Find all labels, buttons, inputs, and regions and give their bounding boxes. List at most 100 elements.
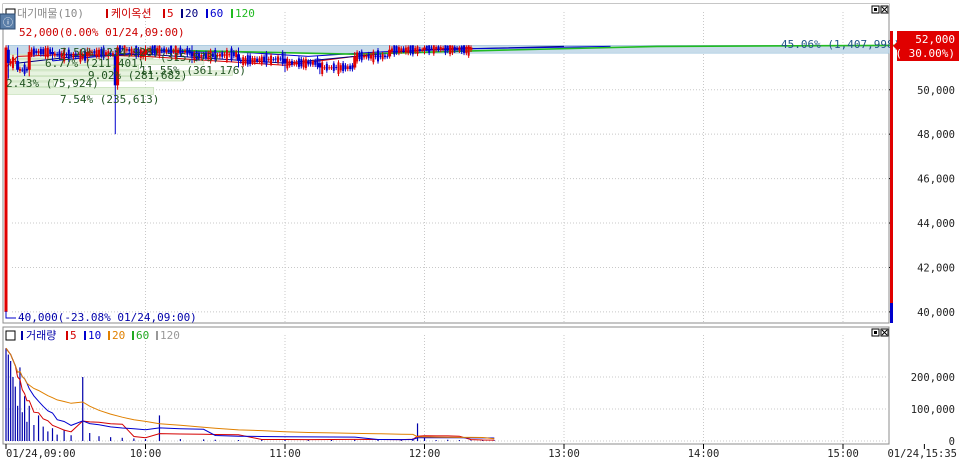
candle-body bbox=[444, 45, 447, 53]
candle-body bbox=[53, 53, 56, 56]
candle-body bbox=[323, 67, 326, 69]
candle-body bbox=[228, 54, 231, 56]
price-tick-label: 48,000 bbox=[917, 129, 955, 141]
candle-body bbox=[274, 58, 277, 60]
candle-body bbox=[307, 61, 310, 65]
volume-panel bbox=[2, 326, 890, 445]
legend-ma20: 20 bbox=[185, 7, 198, 20]
candle-body bbox=[442, 47, 445, 50]
time-axis: 01/24,09:00 10:00 11:00 12:00 13:00 14:00 15:0… bbox=[5, 444, 957, 460]
candle-body bbox=[453, 46, 456, 51]
candle-body bbox=[286, 58, 289, 69]
candle-body bbox=[393, 45, 396, 55]
candle-body bbox=[16, 60, 20, 70]
volume-legend-checkbox-icon[interactable] bbox=[5, 330, 16, 341]
candle-body bbox=[18, 68, 21, 71]
legend-group-label: 대기매물(10) bbox=[17, 7, 84, 20]
volume-axis: 200,000 100,000 0 bbox=[911, 372, 955, 448]
candle-body bbox=[235, 52, 238, 58]
candle-body bbox=[339, 65, 342, 71]
candle-body bbox=[244, 58, 247, 64]
x-tick-label: 01/24,15:35 bbox=[887, 448, 957, 460]
profile-label-2: (315,573) bbox=[160, 51, 220, 64]
candle-body bbox=[288, 61, 291, 66]
candle-body bbox=[297, 58, 300, 67]
candle-body bbox=[328, 67, 331, 69]
candle-body bbox=[27, 51, 31, 70]
candle-body bbox=[316, 58, 319, 68]
x-tick-label: 11:00 bbox=[269, 448, 301, 460]
current-price: 52,000 bbox=[915, 33, 955, 46]
legend-ma60: 60 bbox=[210, 7, 223, 20]
candle-body bbox=[418, 49, 421, 51]
candle-body bbox=[225, 50, 228, 61]
candle-body bbox=[428, 45, 431, 53]
legend-ma120-marker bbox=[231, 9, 233, 18]
candle-body bbox=[267, 58, 270, 61]
stock-chart: 7.50% (234,928) (315,573) 6.77% (211,401… bbox=[0, 3, 959, 460]
high-price-label: 52,000(0.00% 01/24,09:00) bbox=[19, 26, 185, 39]
candle-body bbox=[9, 61, 12, 65]
candle-body bbox=[321, 62, 324, 75]
candle-body bbox=[56, 54, 59, 56]
candle-body bbox=[37, 51, 40, 54]
candle-body bbox=[223, 54, 226, 56]
candle-body bbox=[409, 45, 412, 54]
x-tick-label: 01/24,09:00 bbox=[6, 448, 76, 460]
candle-body bbox=[390, 48, 393, 52]
candle-body bbox=[249, 55, 252, 65]
candle-body bbox=[42, 49, 45, 55]
candle-body bbox=[381, 54, 384, 60]
candle-body bbox=[407, 47, 410, 53]
candle-body bbox=[256, 58, 259, 62]
profile-label-8: 45.06% (1,407,998) bbox=[781, 38, 900, 51]
candle-body bbox=[356, 52, 359, 62]
candle-body bbox=[435, 47, 438, 50]
volume-legend-name: 거래량 bbox=[26, 329, 56, 342]
candle-body bbox=[272, 59, 275, 61]
vol-ma120-marker bbox=[156, 331, 158, 340]
candle-body bbox=[383, 55, 386, 58]
legend-ma5: 5 bbox=[167, 7, 174, 20]
x-tick-label: 14:00 bbox=[688, 448, 720, 460]
candle-body bbox=[311, 61, 314, 65]
candle-body bbox=[265, 53, 268, 65]
vol-legend-ma10: 10 bbox=[88, 329, 101, 342]
candle-body bbox=[21, 69, 24, 71]
candle-body bbox=[456, 48, 459, 50]
vol-legend-ma120: 120 bbox=[160, 329, 180, 342]
price-legend: 대기매물(10) 케이옥션 5 20 60 120 bbox=[5, 7, 255, 20]
volume-tick-label: 100,000 bbox=[911, 404, 955, 416]
candle-body bbox=[290, 61, 293, 65]
candle-body bbox=[465, 46, 468, 53]
candle-body bbox=[458, 47, 461, 51]
candle-body bbox=[386, 56, 389, 58]
price-tick-label: 40,000 bbox=[917, 307, 955, 319]
candle-body bbox=[253, 58, 256, 63]
vol-ma5-marker bbox=[66, 331, 68, 340]
price-range-bar bbox=[890, 31, 893, 323]
candle-body bbox=[423, 47, 426, 50]
candle-body bbox=[358, 53, 361, 59]
candle-body bbox=[49, 49, 52, 55]
profile-label-7: 7.54% (235,613) bbox=[60, 93, 159, 106]
candle-body bbox=[251, 58, 254, 63]
candle-body bbox=[446, 45, 449, 51]
vol-legend-ma20: 20 bbox=[112, 329, 125, 342]
candle-body bbox=[39, 48, 42, 55]
candle-body bbox=[246, 55, 249, 65]
candle-body bbox=[46, 47, 49, 58]
legend-series-name: 케이옥션 bbox=[111, 7, 151, 20]
candle-body bbox=[337, 62, 340, 74]
vol-ma10-marker bbox=[84, 331, 86, 340]
candle-body bbox=[239, 59, 242, 62]
legend-ma5-marker bbox=[163, 9, 165, 18]
candle-body bbox=[388, 49, 392, 57]
candle-body bbox=[363, 55, 366, 58]
x-tick-label: 12:00 bbox=[409, 448, 441, 460]
candle-body bbox=[300, 59, 303, 67]
candle-body bbox=[463, 45, 466, 53]
current-change: ( 30.00%) bbox=[895, 47, 955, 60]
candle-body bbox=[230, 48, 233, 60]
candle-body bbox=[439, 46, 442, 50]
